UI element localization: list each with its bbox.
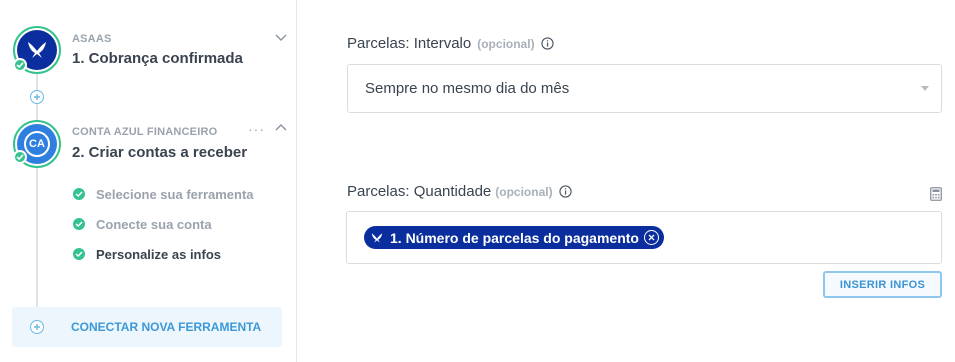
substep-label: Selecione sua ferramenta [96, 186, 254, 202]
mapped-field-tag-label: 1. Número de parcelas do pagamento [390, 229, 639, 246]
step-complete-check-icon [13, 58, 27, 72]
optional-tag: (opcional) [477, 36, 535, 51]
app-root: ASAAS 1. Cobrança confirmada CA CONTA AZ… [0, 0, 955, 362]
step-title[interactable]: 1. Cobrança confirmada [72, 50, 243, 67]
remove-tag-close-icon[interactable] [643, 230, 659, 245]
substep-check-icon [73, 248, 85, 260]
calculator-icon[interactable] [930, 187, 942, 201]
more-options-icon[interactable]: ··· [248, 121, 265, 137]
substep-item[interactable]: Selecione sua ferramenta [72, 185, 254, 203]
substep-label: Conecte sua conta [96, 216, 212, 232]
substep-item-active[interactable]: Personalize as infos [72, 245, 221, 263]
step-app-name: CONTA AZUL FINANCEIRO [72, 126, 218, 138]
step-title[interactable]: 2. Criar contas a receber [72, 144, 247, 161]
optional-tag: (opcional) [495, 184, 553, 199]
steps-connector-line [36, 167, 38, 315]
interval-select[interactable]: Sempre no mesmo dia do mês [347, 64, 942, 113]
substep-check-icon [73, 218, 85, 230]
step-complete-check-icon [13, 150, 27, 164]
conta-azul-logo-text: CA [24, 131, 50, 157]
add-step-button[interactable] [30, 90, 44, 104]
connect-new-tool-label: CONECTAR NOVA FERRAMENTA [71, 320, 262, 334]
substep-item[interactable]: Conecte sua conta [72, 215, 212, 233]
interval-field-label: Parcelas: Intervalo (opcional) [347, 35, 554, 52]
quantity-label-text: Parcelas: Quantidade [347, 183, 492, 200]
step-app-name: ASAAS [72, 33, 112, 45]
steps-sidebar: ASAAS 1. Cobrança confirmada CA CONTA AZ… [0, 0, 297, 362]
info-icon[interactable] [540, 37, 554, 50]
info-icon[interactable] [558, 185, 572, 198]
quantity-input[interactable]: 1. Número de parcelas do pagamento [346, 211, 942, 264]
mapped-field-tag[interactable]: 1. Número de parcelas do pagamento [364, 226, 664, 249]
connect-new-tool-button[interactable]: CONECTAR NOVA FERRAMENTA [12, 307, 282, 347]
substep-check-icon [73, 188, 85, 200]
substep-label: Personalize as infos [96, 246, 221, 262]
interval-label-text: Parcelas: Intervalo [347, 35, 472, 52]
asaas-logo-icon [371, 232, 383, 243]
chevron-up-icon[interactable] [274, 121, 288, 135]
chevron-down-icon[interactable] [274, 30, 288, 44]
quantity-field-label: Parcelas: Quantidade (opcional) [347, 183, 572, 200]
interval-select-value: Sempre no mesmo dia do mês [365, 80, 570, 97]
plus-icon [30, 320, 44, 334]
insert-infos-button[interactable]: INSERIR INFOS [823, 271, 942, 298]
dropdown-caret-icon [921, 86, 929, 91]
